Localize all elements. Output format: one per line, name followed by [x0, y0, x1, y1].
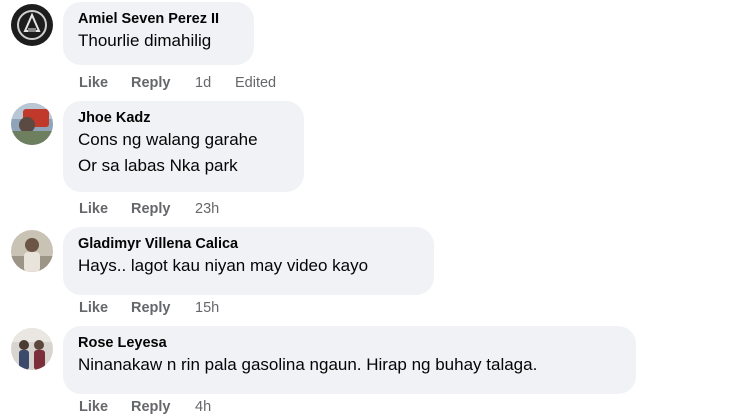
comment-bubble: Gladimyr Villena Calica Hays.. lagot kau…	[63, 227, 434, 295]
comment-text: Thourlie dimahilig	[78, 31, 212, 50]
like-button[interactable]: Like	[79, 299, 131, 317]
comment-text: Cons ng walang garahe	[78, 130, 258, 149]
comment-actions: Like Reply 4h	[79, 398, 235, 416]
reply-button[interactable]: Reply	[131, 398, 195, 416]
reply-button[interactable]: Reply	[131, 299, 195, 317]
comment-bubble: Amiel Seven Perez II Thourlie dimahilig	[63, 2, 254, 65]
avatar[interactable]	[11, 103, 53, 145]
comment-timestamp[interactable]: 23h	[195, 200, 235, 218]
comment-author[interactable]: Rose Leyesa	[78, 334, 636, 352]
like-button[interactable]: Like	[79, 398, 131, 416]
comment-bubble: Jhoe Kadz Cons ng walang garahe Or sa la…	[63, 101, 304, 192]
like-button[interactable]: Like	[79, 74, 131, 92]
comment-timestamp[interactable]: 1d	[195, 74, 235, 92]
comment-text: Or sa labas Nka park	[78, 156, 238, 175]
reply-button[interactable]: Reply	[131, 74, 195, 92]
avatar[interactable]	[11, 4, 53, 46]
comment-bubble: Rose Leyesa Ninanakaw n rin pala gasolin…	[63, 326, 636, 394]
comment-author[interactable]: Amiel Seven Perez II	[78, 10, 254, 28]
comment-text: Hays.. lagot kau niyan may video kayo	[78, 256, 369, 275]
comment-actions: Like Reply 1d Edited	[79, 74, 276, 92]
comment-timestamp[interactable]: 4h	[195, 398, 235, 416]
avatar[interactable]	[11, 230, 53, 272]
avatar-icon	[11, 103, 53, 145]
like-button[interactable]: Like	[79, 200, 131, 218]
comment-text: Ninanakaw n rin pala gasolina ngaun. Hir…	[78, 355, 538, 374]
avatar-icon	[11, 328, 53, 370]
reply-button[interactable]: Reply	[131, 200, 195, 218]
comment-actions: Like Reply 23h	[79, 200, 235, 218]
comment-actions: Like Reply 15h	[79, 299, 235, 317]
comment-author[interactable]: Jhoe Kadz	[78, 109, 304, 127]
comment-author[interactable]: Gladimyr Villena Calica	[78, 235, 434, 253]
edited-label: Edited	[235, 75, 277, 91]
avatar-icon	[11, 4, 53, 46]
avatar[interactable]	[11, 328, 53, 370]
comment-timestamp[interactable]: 15h	[195, 299, 235, 317]
avatar-icon	[11, 230, 53, 272]
